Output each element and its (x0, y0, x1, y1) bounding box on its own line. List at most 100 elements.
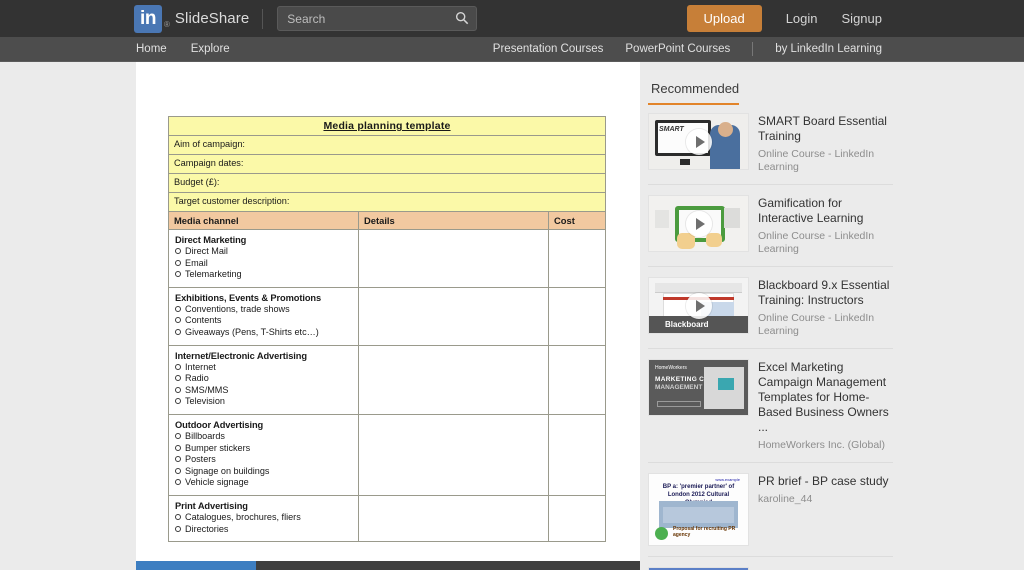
secondary-navigation-bar: Home Explore Presentation Courses PowerP… (0, 37, 1024, 62)
linkedin-logo-icon[interactable]: in (134, 4, 162, 33)
viewer-progress-thumb[interactable] (136, 561, 256, 570)
signup-link[interactable]: Signup (842, 11, 882, 26)
header-divider (262, 8, 264, 29)
circle-bullet-icon (175, 398, 181, 405)
circle-bullet-icon (175, 467, 181, 474)
table-row: Print Advertising Catalogues, brochures,… (168, 494, 607, 543)
details-cell (358, 413, 549, 496)
play-icon[interactable] (685, 210, 712, 237)
play-icon[interactable] (685, 128, 712, 155)
list-item-title[interactable]: Blackboard 9.x Essential Training: Instr… (758, 278, 893, 308)
cost-cell (547, 494, 607, 543)
circle-bullet-icon (175, 248, 181, 254)
channel-item: Television (175, 396, 353, 408)
slide-page: Media planning template Aim of campaign:… (136, 62, 640, 543)
channel-item: Posters (175, 454, 353, 466)
list-item[interactable]: www.example BP a: 'premier partner' of Lo… (648, 462, 893, 556)
circle-bullet-icon (175, 271, 181, 278)
slideshare-wordmark[interactable]: SlideShare (175, 10, 249, 27)
circle-bullet-icon (175, 479, 181, 486)
table-row: Direct Marketing Direct Mail Email Telem… (168, 229, 607, 288)
channel-title: Outdoor Advertising (175, 419, 264, 430)
channel-title: Internet/Electronic Advertising (175, 350, 307, 361)
subnav-right-group: Presentation Courses PowerPoint Courses … (471, 42, 882, 56)
channel-item: Bumper stickers (175, 443, 353, 455)
channel-cell-internet-electronic-advertising: Internet/Electronic Advertising Internet… (168, 344, 359, 415)
circle-bullet-icon (175, 513, 181, 520)
column-header-details: Details (358, 211, 549, 230)
table-row: Outdoor Advertising Billboards Bumper st… (168, 413, 607, 496)
table-row: Exhibitions, Events & Promotions Convent… (168, 286, 607, 346)
recommended-sidebar: Recommended SMART SMART Board Essential … (640, 62, 1024, 570)
details-cell (358, 494, 549, 543)
channel-item: Billboards (175, 431, 353, 443)
channel-title: Exhibitions, Events & Promotions (175, 292, 322, 303)
details-cell (358, 286, 549, 346)
circle-bullet-icon (175, 363, 181, 370)
smart-board-video-thumbnail[interactable]: SMART (648, 113, 749, 170)
field-aim-of-campaign: Aim of campaign: (167, 135, 607, 155)
channel-cell-print-advertising: Print Advertising Catalogues, brochures,… (168, 494, 359, 543)
upload-button[interactable]: Upload (686, 5, 762, 32)
channel-item: Conventions, trade shows (175, 304, 353, 316)
bp-case-study-thumbnail[interactable]: www.example BP a: 'premier partner' of Lo… (648, 473, 749, 546)
play-icon[interactable] (685, 292, 712, 319)
list-item[interactable]: HomeWorkers MARKETING CAMPAIGN MANAGEMEN… (648, 348, 893, 462)
list-item-title[interactable]: SMART Board Essential Training (758, 114, 893, 144)
column-header-media-channel: Media channel (168, 211, 359, 230)
nav-item-home[interactable]: Home (136, 43, 167, 55)
search-box[interactable] (277, 6, 478, 31)
channel-item: Email (175, 258, 353, 270)
subnav-left-group: Home Explore (136, 43, 254, 55)
channel-item: Direct Mail (175, 246, 353, 258)
channel-item: Directories (175, 524, 353, 536)
nav-item-presentation-courses[interactable]: Presentation Courses (493, 43, 604, 55)
list-item[interactable]: Gamification for Interactive Learning On… (648, 184, 893, 266)
channel-cell-outdoor-advertising: Outdoor Advertising Billboards Bumper st… (168, 413, 359, 496)
circle-bullet-icon (175, 375, 181, 382)
list-item-subtitle: Online Course - LinkedIn Learning (758, 312, 875, 337)
list-item-text: Blackboard 9.x Essential Training: Instr… (758, 277, 893, 338)
media-planning-table: Media planning template Aim of campaign:… (167, 116, 607, 543)
circle-bullet-icon (175, 444, 181, 451)
list-item[interactable]: SMART SMART Board Essential Training Onl… (648, 105, 893, 184)
details-cell (358, 229, 549, 288)
circle-bullet-icon (175, 386, 181, 393)
field-campaign-dates: Campaign dates: (167, 154, 607, 174)
header-actions: Upload Login Signup (686, 0, 1024, 37)
list-item[interactable]: Marketing CampaignTemplate Marketing Cam… (648, 556, 893, 570)
list-item-text: Excel Marketing Campaign Management Temp… (758, 359, 893, 452)
slide-viewer[interactable]: Media planning template Aim of campaign:… (136, 62, 640, 570)
channel-item: Catalogues, brochures, fliers (175, 512, 353, 524)
recommended-list: SMART SMART Board Essential Training Onl… (648, 105, 893, 570)
cost-cell (547, 286, 607, 346)
nav-item-powerpoint-courses[interactable]: PowerPoint Courses (625, 43, 730, 55)
circle-bullet-icon (175, 456, 181, 463)
list-item-title[interactable]: Excel Marketing Campaign Management Temp… (758, 360, 893, 435)
search-icon[interactable] (455, 11, 469, 25)
channel-cell-direct-marketing: Direct Marketing Direct Mail Email Telem… (168, 229, 359, 288)
excel-marketing-campaign-thumbnail[interactable]: HomeWorkers MARKETING CAMPAIGN MANAGEMEN… (648, 359, 749, 416)
search-input[interactable] (278, 7, 477, 30)
list-item[interactable]: Blackboard Blackboard 9.x Essential Trai… (648, 266, 893, 348)
nav-item-by-linkedin-learning[interactable]: by LinkedIn Learning (775, 43, 882, 55)
nav-item-explore[interactable]: Explore (191, 43, 230, 55)
recommended-heading: Recommended (648, 81, 740, 105)
channel-cell-exhibitions-events-promotions: Exhibitions, Events & Promotions Convent… (168, 286, 359, 346)
list-item-subtitle: karoline_44 (758, 493, 813, 505)
main-content: Media planning template Aim of campaign:… (0, 62, 1024, 570)
list-item-title[interactable]: Gamification for Interactive Learning (758, 196, 893, 226)
login-link[interactable]: Login (786, 11, 818, 26)
gamification-video-thumbnail[interactable] (648, 195, 749, 252)
registered-trademark-icon: ® (164, 19, 170, 29)
circle-bullet-icon (175, 432, 181, 439)
cost-cell (547, 229, 607, 288)
list-item-title[interactable]: PR brief - BP case study (758, 474, 893, 489)
channel-item: Giveaways (Pens, T-Shirts etc…) (175, 327, 353, 339)
viewer-progress-scrollbar[interactable] (136, 561, 640, 570)
blackboard-video-thumbnail[interactable]: Blackboard (648, 277, 749, 334)
channel-item: Internet (175, 362, 353, 374)
list-item-subtitle: Online Course - LinkedIn Learning (758, 230, 875, 255)
details-cell (358, 344, 549, 415)
brand-logo-group[interactable]: in ® SlideShare (134, 4, 249, 33)
